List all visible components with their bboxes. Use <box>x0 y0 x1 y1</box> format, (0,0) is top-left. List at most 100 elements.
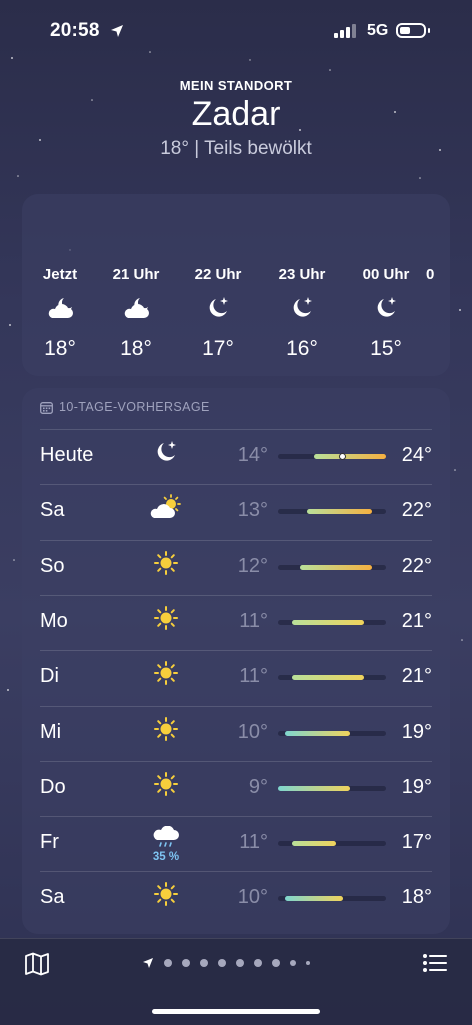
high-temp: 21° <box>401 665 432 688</box>
bottom-toolbar <box>0 938 472 1025</box>
temp-range-fill <box>285 896 343 902</box>
precip-chance: 35 % <box>152 851 180 864</box>
day-label: Mo <box>40 609 68 632</box>
page-indicator[interactable] <box>142 957 310 969</box>
sun-cloud-icon <box>148 494 184 525</box>
signal-icon <box>334 24 356 38</box>
hour-label: 22 Uhr <box>194 266 242 283</box>
temp-range-bar <box>278 453 386 460</box>
hour-temp: 17° <box>202 337 234 360</box>
row-separator <box>40 705 432 707</box>
row-separator <box>40 650 432 652</box>
hour-label: 0 <box>426 266 435 283</box>
hourly-item: 23 Uhr 16° <box>272 266 332 361</box>
daily-row[interactable]: Di 11° 21° <box>22 650 450 705</box>
list-icon[interactable] <box>422 952 448 974</box>
current-condition: 18° | Teils bewölkt <box>160 138 312 159</box>
row-separator <box>40 484 432 486</box>
page-dot[interactable] <box>290 960 296 966</box>
cloud-moon-icon <box>106 293 166 323</box>
moon-stars-icon <box>272 293 332 323</box>
day-label: Fr <box>40 831 59 854</box>
row-separator <box>40 871 432 873</box>
day-label: So <box>40 554 65 577</box>
daily-row[interactable]: Mi 10° 19° <box>22 705 450 761</box>
row-separator <box>40 760 432 762</box>
day-label: Sa <box>40 499 65 522</box>
hourly-item: 21 Uhr 18° <box>106 266 166 361</box>
hour-label: 21 Uhr <box>112 266 160 283</box>
hourly-forecast-card[interactable]: Jetzt 18° 21 Uhr 18° 22 Uhr 17° 23 Uhr 1… <box>22 194 450 376</box>
temp-range-fill <box>299 564 372 570</box>
day-label: Sa <box>40 886 65 909</box>
location-page-icon[interactable] <box>142 957 154 969</box>
location-header: MEIN STANDORT Zadar 18° | Teils bewölkt <box>0 78 472 160</box>
daily-row[interactable]: Mo 11° 21° <box>22 594 450 650</box>
cloud-rain-icon: 35 % <box>148 825 184 864</box>
hour-temp: 18° <box>120 337 152 360</box>
day-label: Do <box>40 775 66 798</box>
day-label: Mi <box>40 720 62 743</box>
row-separator <box>40 539 432 541</box>
daily-row[interactable]: Sa 10° 18° <box>22 871 450 926</box>
low-temp: 11° <box>239 609 268 632</box>
ten-day-title: 10-TAGE-VORHERSAGE <box>59 400 210 414</box>
ten-day-forecast-card[interactable]: 10-TAGE-VORHERSAGE Heute 14° 24° Sa 13° 22° So… <box>22 388 450 934</box>
page-dot[interactable] <box>218 959 226 967</box>
page-dot[interactable] <box>236 959 244 967</box>
daily-row[interactable]: Sa 13° 22° <box>22 484 450 539</box>
high-temp: 22° <box>401 499 432 522</box>
low-temp: 13° <box>237 499 268 522</box>
hourly-item: 00 Uhr 15° <box>356 266 416 361</box>
temp-range-bar <box>278 841 386 847</box>
row-separator <box>40 816 432 818</box>
hour-label: Jetzt <box>42 266 78 283</box>
page-dot[interactable] <box>200 959 208 967</box>
temp-range-fill <box>292 841 336 847</box>
page-dot[interactable] <box>272 959 280 967</box>
temp-range-bar <box>278 896 386 902</box>
temp-range-fill <box>292 675 365 681</box>
ten-day-header: 10-TAGE-VORHERSAGE <box>40 400 210 414</box>
hour-label: 23 Uhr <box>278 266 326 283</box>
daily-row[interactable]: So 12° 22° <box>22 539 450 595</box>
low-temp: 10° <box>237 886 268 909</box>
day-label: Di <box>40 665 59 688</box>
hourly-item: Jetzt 18° <box>30 266 90 361</box>
temp-range-bar <box>278 564 386 570</box>
high-temp: 18° <box>401 886 432 909</box>
temp-range-bar <box>278 785 386 791</box>
page-dot[interactable] <box>164 959 172 967</box>
day-label: Heute <box>40 444 94 466</box>
page-dot[interactable] <box>306 961 310 965</box>
row-separator <box>40 594 432 596</box>
network-type: 5G <box>367 22 389 39</box>
high-temp: 21° <box>401 609 432 632</box>
row-separator <box>40 429 432 430</box>
moon-stars-icon <box>188 293 248 323</box>
hourly-item: 22 Uhr 17° <box>188 266 248 361</box>
city-name: Zadar <box>191 95 281 133</box>
moon-stars-icon <box>356 293 416 323</box>
sun-icon <box>148 881 184 912</box>
map-icon[interactable] <box>24 952 50 976</box>
cloud-moon-icon <box>30 293 90 323</box>
status-bar: 20:58 5G <box>0 0 472 64</box>
sun-icon <box>148 660 184 691</box>
daily-row[interactable]: Fr 35 % 11° 17° <box>22 816 450 871</box>
temp-range-fill <box>292 619 365 625</box>
high-temp: 19° <box>401 720 432 743</box>
low-temp: 11° <box>239 831 268 854</box>
daily-row[interactable]: Heute 14° 24° <box>22 429 450 484</box>
page-dot[interactable] <box>254 959 262 967</box>
temp-range-bar <box>278 730 386 736</box>
sun-icon <box>148 550 184 581</box>
hour-temp: 18° <box>44 337 76 360</box>
sun-icon <box>148 716 184 747</box>
daily-row[interactable]: Do 9° 19° <box>22 760 450 816</box>
hour-temp: 16° <box>286 337 318 360</box>
high-temp: 24° <box>401 444 432 466</box>
moon-stars-icon <box>148 439 184 470</box>
page-dot[interactable] <box>182 959 190 967</box>
low-temp: 9° <box>248 775 268 798</box>
